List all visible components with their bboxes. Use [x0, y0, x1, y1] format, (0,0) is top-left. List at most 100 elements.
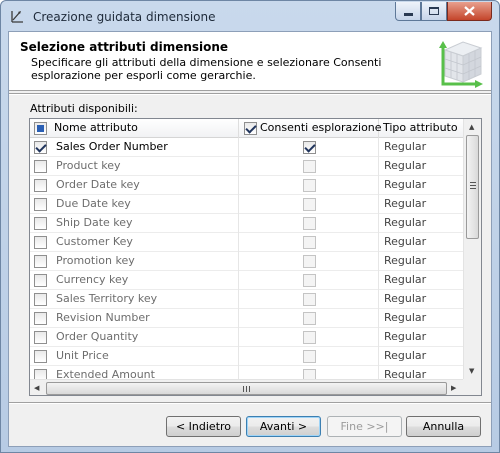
- scroll-left-icon[interactable]: ◀: [34, 384, 39, 392]
- vertical-scrollbar[interactable]: ▲ ▼: [463, 119, 481, 379]
- table-row[interactable]: Extended Amount Regular: [30, 366, 463, 379]
- table-row[interactable]: Promotion key Regular: [30, 252, 463, 271]
- attribute-enable-checkbox[interactable]: [34, 274, 47, 287]
- next-button[interactable]: Avanti >: [246, 416, 321, 437]
- table-row[interactable]: Customer Key Regular: [30, 233, 463, 252]
- table-row[interactable]: Sales Order Number Regular: [30, 138, 463, 157]
- column-header-browse[interactable]: Consenti esplorazione: [239, 119, 382, 138]
- grip-line: [246, 386, 247, 392]
- maximize-icon: [429, 7, 439, 15]
- cell-attribute-name: Extended Amount: [30, 366, 239, 379]
- attribute-type[interactable]: Regular: [379, 214, 463, 233]
- attribute-enable-checkbox[interactable]: [34, 369, 47, 379]
- cell-allow-browsing: [239, 252, 379, 271]
- table-row[interactable]: Revision Number Regular: [30, 309, 463, 328]
- attribute-enable-checkbox[interactable]: [34, 217, 47, 230]
- attribute-enable-checkbox[interactable]: [34, 255, 47, 268]
- column-header-name[interactable]: Nome attributo: [30, 119, 239, 138]
- allow-browsing-checkbox[interactable]: [303, 255, 316, 268]
- table-row[interactable]: Due Date key Regular: [30, 195, 463, 214]
- finish-button[interactable]: Fine >>|: [327, 416, 402, 437]
- allow-browsing-checkbox[interactable]: [303, 293, 316, 306]
- cancel-button[interactable]: Annulla: [406, 416, 481, 437]
- allow-browsing-checkbox[interactable]: [303, 274, 316, 287]
- cell-allow-browsing: [239, 366, 379, 379]
- horizontal-scrollbar[interactable]: ◀ ▶: [30, 379, 463, 395]
- attribute-enable-checkbox[interactable]: [34, 179, 47, 192]
- table-row[interactable]: Currency key Regular: [30, 271, 463, 290]
- cell-attribute-name: Order Date key: [30, 176, 239, 195]
- attribute-name: Due Date key: [56, 197, 131, 210]
- horizontal-scroll-thumb[interactable]: [46, 382, 447, 395]
- attribute-type[interactable]: Regular: [379, 252, 463, 271]
- cell-allow-browsing: [239, 176, 379, 195]
- attribute-enable-checkbox[interactable]: [34, 312, 47, 325]
- scroll-corner: [463, 379, 481, 395]
- attribute-type[interactable]: Regular: [379, 271, 463, 290]
- allow-browsing-checkbox[interactable]: [303, 141, 316, 154]
- maximize-button[interactable]: [421, 2, 447, 21]
- wizard-body: Selezione attributi dimensione Specifica…: [8, 31, 492, 447]
- select-all-checkbox[interactable]: [34, 122, 47, 135]
- table-row[interactable]: Order Quantity Regular: [30, 328, 463, 347]
- attribute-enable-checkbox[interactable]: [34, 198, 47, 211]
- allow-browsing-checkbox[interactable]: [303, 312, 316, 325]
- scroll-up-icon[interactable]: ▲: [469, 123, 474, 131]
- minimize-button[interactable]: [395, 2, 421, 21]
- attribute-enable-checkbox[interactable]: [34, 160, 47, 173]
- title-bar[interactable]: Creazione guidata dimensione: [1, 1, 499, 31]
- scroll-down-icon[interactable]: ▼: [469, 367, 474, 375]
- attribute-type[interactable]: Regular: [379, 309, 463, 328]
- cell-attribute-name: Order Quantity: [30, 328, 239, 347]
- attribute-type[interactable]: Regular: [379, 157, 463, 176]
- attribute-name: Product key: [56, 159, 121, 172]
- close-button[interactable]: [447, 2, 492, 21]
- table-row[interactable]: Product key Regular: [30, 157, 463, 176]
- attribute-type[interactable]: Regular: [379, 366, 463, 379]
- cell-allow-browsing: [239, 157, 379, 176]
- cell-attribute-name: Unit Price: [30, 347, 239, 366]
- allow-browsing-checkbox[interactable]: [303, 217, 316, 230]
- allow-browsing-checkbox[interactable]: [303, 179, 316, 192]
- attribute-type[interactable]: Regular: [379, 195, 463, 214]
- attribute-type[interactable]: Regular: [379, 328, 463, 347]
- window-title: Creazione guidata dimensione: [33, 10, 216, 24]
- cell-allow-browsing: [239, 309, 379, 328]
- allow-browsing-checkbox[interactable]: [303, 331, 316, 344]
- column-browse-label: Consenti esplorazione: [260, 121, 382, 134]
- attribute-type[interactable]: Regular: [379, 138, 463, 157]
- attribute-enable-checkbox[interactable]: [34, 331, 47, 344]
- attribute-name: Order Date key: [56, 178, 140, 191]
- attribute-type[interactable]: Regular: [379, 176, 463, 195]
- table-row[interactable]: Order Date key Regular: [30, 176, 463, 195]
- attributes-grid[interactable]: Nome attributo Consenti esplorazione Tip…: [29, 118, 482, 396]
- attribute-type[interactable]: Regular: [379, 347, 463, 366]
- column-header-type[interactable]: Tipo attributo: [379, 119, 463, 138]
- attribute-enable-checkbox[interactable]: [34, 293, 47, 306]
- attribute-name: Customer Key: [56, 235, 133, 248]
- browse-all-checkbox[interactable]: [244, 122, 257, 135]
- attribute-enable-checkbox[interactable]: [34, 236, 47, 249]
- attribute-enable-checkbox[interactable]: [34, 141, 47, 154]
- available-attributes-label: Attributi disponibili:: [30, 102, 138, 115]
- allow-browsing-checkbox[interactable]: [303, 369, 316, 379]
- attribute-type[interactable]: Regular: [379, 233, 463, 252]
- scroll-right-icon[interactable]: ▶: [451, 384, 456, 392]
- attribute-name: Unit Price: [56, 349, 109, 362]
- column-name-label: Nome attributo: [54, 121, 138, 134]
- attribute-enable-checkbox[interactable]: [34, 350, 47, 363]
- table-row[interactable]: Unit Price Regular: [30, 347, 463, 366]
- allow-browsing-checkbox[interactable]: [303, 236, 316, 249]
- attribute-type[interactable]: Regular: [379, 290, 463, 309]
- allow-browsing-checkbox[interactable]: [303, 160, 316, 173]
- allow-browsing-checkbox[interactable]: [303, 350, 316, 363]
- attribute-name: Order Quantity: [56, 330, 139, 343]
- wizard-icon: [11, 11, 23, 23]
- page-description: Specificare gli attributi della dimensio…: [31, 56, 382, 82]
- back-button[interactable]: < Indietro: [166, 416, 241, 437]
- vertical-scroll-thumb[interactable]: [466, 135, 479, 239]
- table-row[interactable]: Sales Territory key Regular: [30, 290, 463, 309]
- table-row[interactable]: Ship Date key Regular: [30, 214, 463, 233]
- grid-header: Nome attributo Consenti esplorazione Tip…: [30, 119, 463, 138]
- allow-browsing-checkbox[interactable]: [303, 198, 316, 211]
